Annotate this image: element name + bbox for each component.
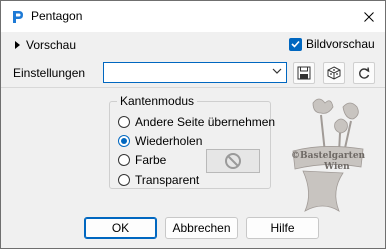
preview-row: Vorschau Bildvorschau xyxy=(1,32,385,58)
settings-row: Einstellungen xyxy=(1,58,385,86)
settings-label: Einstellungen xyxy=(13,66,86,80)
close-icon xyxy=(364,12,374,22)
help-button[interactable]: Hilfe xyxy=(246,217,319,239)
color-swatch[interactable] xyxy=(206,149,260,173)
dialog-window: Pentagon Vorschau Bildvorschau Einstellu… xyxy=(0,0,386,249)
radio-unchecked-icon xyxy=(118,116,130,128)
checkbox-checked-icon xyxy=(289,37,302,51)
reset-icon xyxy=(359,67,370,79)
expand-triangle-icon xyxy=(15,41,20,49)
random-settings-button[interactable] xyxy=(323,62,345,84)
settings-combobox[interactable] xyxy=(103,62,287,83)
help-label: Hilfe xyxy=(270,221,295,235)
edge-mode-title: Kantenmodus xyxy=(117,94,198,108)
cancel-label: Abbrechen xyxy=(172,221,231,235)
title-bar[interactable]: Pentagon xyxy=(1,1,385,32)
reset-defaults-button[interactable] xyxy=(353,62,375,84)
save-icon xyxy=(297,66,311,80)
dice-icon xyxy=(327,66,341,80)
radio-label: Andere Seite übernehmen xyxy=(135,115,276,129)
radio-checked-icon xyxy=(118,135,130,147)
radio-label: Wiederholen xyxy=(135,134,203,148)
radio-label: Farbe xyxy=(135,153,167,167)
watermark-text: Wien xyxy=(324,162,350,172)
bildvorschau-label: Bildvorschau xyxy=(306,37,375,51)
radio-option-andere-seite[interactable]: Andere Seite übernehmen xyxy=(118,115,275,129)
bildvorschau-checkbox[interactable]: Bildvorschau xyxy=(289,37,375,51)
close-button[interactable] xyxy=(359,7,379,27)
radio-unchecked-icon xyxy=(118,174,130,186)
preview-label: Vorschau xyxy=(26,38,77,52)
radio-unchecked-icon xyxy=(118,154,130,166)
ok-label: OK xyxy=(111,221,130,235)
preview-toggle[interactable]: Vorschau xyxy=(15,38,76,52)
watermark-text: ©Bastelgarten xyxy=(291,151,366,161)
app-icon xyxy=(13,11,23,23)
radio-option-transparent[interactable]: Transparent xyxy=(118,173,199,187)
cancel-button[interactable]: Abbrechen xyxy=(165,217,238,239)
radio-label: Transparent xyxy=(135,173,200,187)
window-title: Pentagon xyxy=(31,9,83,23)
chevron-down-icon xyxy=(272,68,282,74)
disabled-icon xyxy=(225,153,241,169)
ok-button[interactable]: OK xyxy=(84,217,157,239)
radio-option-wiederholen[interactable]: Wiederholen xyxy=(118,134,202,148)
radio-option-farbe[interactable]: Farbe xyxy=(118,153,166,167)
save-preset-button[interactable] xyxy=(293,62,315,84)
